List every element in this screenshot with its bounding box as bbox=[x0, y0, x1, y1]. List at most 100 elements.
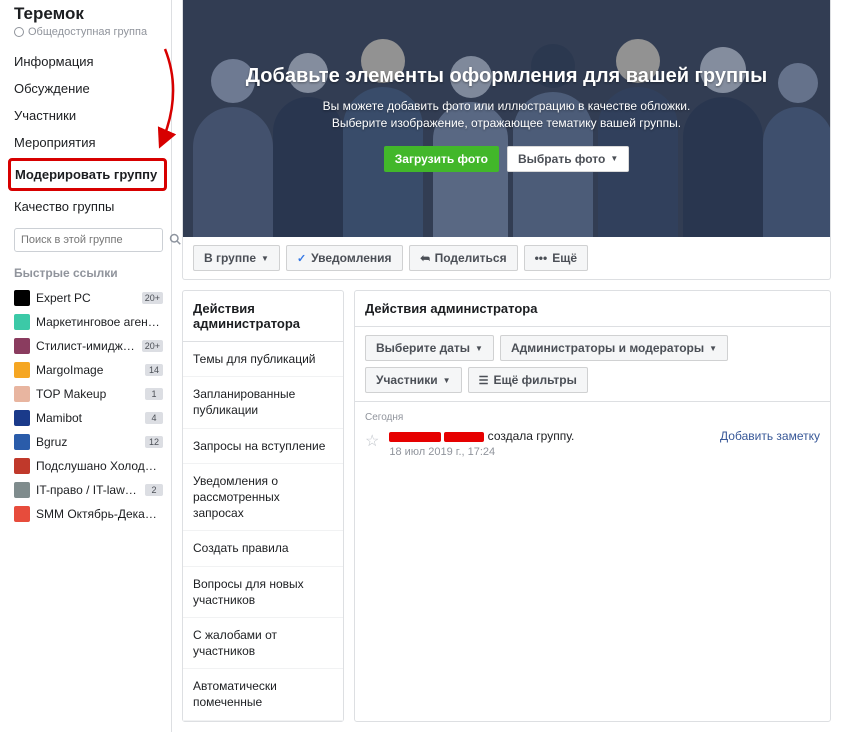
quick-link-label: MargoImage bbox=[36, 363, 139, 377]
admin-menu-item[interactable]: Запланированные публикации bbox=[183, 377, 343, 428]
annotation-highlight: Модерировать группу bbox=[8, 158, 167, 191]
notifications-button[interactable]: ✓ Уведомления bbox=[286, 245, 403, 271]
search-in-group[interactable] bbox=[14, 228, 163, 252]
activity-entry: ☆ создала группу. 18 июл 2019 г., 17:24 … bbox=[365, 429, 820, 458]
quick-link-badge: 12 bbox=[145, 436, 163, 448]
quick-link-icon bbox=[14, 290, 30, 306]
dots-icon: ••• bbox=[535, 251, 548, 265]
quick-link-item[interactable]: Маркетинговое агентс... bbox=[14, 310, 163, 334]
filter-members-button[interactable]: Участники ▼ bbox=[365, 367, 462, 393]
quick-link-label: Bgruz bbox=[36, 435, 139, 449]
quick-link-label: Mamibot bbox=[36, 411, 139, 425]
quick-link-item[interactable]: Expert PC 20+ bbox=[14, 286, 163, 310]
quick-link-icon bbox=[14, 410, 30, 426]
redacted-name bbox=[444, 432, 484, 442]
activity-timestamp: 18 июл 2019 г., 17:24 bbox=[389, 446, 710, 458]
quick-link-item[interactable]: Mamibot 4 bbox=[14, 406, 163, 430]
share-icon: ➦ bbox=[420, 251, 430, 265]
quick-link-label: SMM Октябрь-Декабрь bbox=[36, 507, 163, 521]
search-input[interactable] bbox=[15, 234, 169, 246]
quick-link-icon bbox=[14, 482, 30, 498]
quick-link-label: Подслушано Холодна... bbox=[36, 459, 163, 473]
sidebar-nav: ИнформацияОбсуждениеУчастникиМероприятия… bbox=[14, 48, 163, 220]
quick-link-label: TOP Makeup bbox=[36, 387, 139, 401]
quick-link-badge: 4 bbox=[145, 412, 163, 424]
activity-feed: Сегодня ☆ создала группу. 18 июл 2019 г.… bbox=[355, 402, 830, 468]
chevron-down-icon: ▼ bbox=[610, 154, 618, 163]
share-button[interactable]: ➦ Поделиться bbox=[409, 245, 518, 271]
quick-link-badge: 14 bbox=[145, 364, 163, 376]
choose-photo-button[interactable]: Выбрать фото ▼ bbox=[507, 146, 629, 172]
quick-link-item[interactable]: MargoImage 14 bbox=[14, 358, 163, 382]
quick-link-badge: 1 bbox=[145, 388, 163, 400]
upload-photo-button[interactable]: Загрузить фото bbox=[384, 146, 499, 172]
admin-actions-title: Действия администратора bbox=[183, 291, 343, 342]
cover-desc-1: Вы можете добавить фото или иллюстрацию … bbox=[323, 98, 691, 115]
sidebar-nav-item[interactable]: Мероприятия bbox=[14, 129, 163, 156]
cover-area: Добавьте элементы оформления для вашей г… bbox=[182, 0, 831, 237]
quick-link-label: Маркетинговое агентс... bbox=[36, 315, 163, 329]
quick-link-icon bbox=[14, 458, 30, 474]
filter-admins-button[interactable]: Администраторы и модераторы ▼ bbox=[500, 335, 728, 361]
admin-menu-item[interactable]: Автоматически помеченные bbox=[183, 669, 343, 720]
quick-link-item[interactable]: TOP Makeup 1 bbox=[14, 382, 163, 406]
quick-link-icon bbox=[14, 506, 30, 522]
quick-link-badge: 20+ bbox=[142, 292, 163, 304]
admin-menu-item[interactable]: Темы для публикаций bbox=[183, 342, 343, 377]
quick-link-badge: 2 bbox=[145, 484, 163, 496]
quick-link-badge: 20+ bbox=[142, 340, 163, 352]
quick-link-item[interactable]: SMM Октябрь-Декабрь bbox=[14, 502, 163, 526]
quick-link-icon bbox=[14, 434, 30, 450]
in-group-button[interactable]: В группе ▼ bbox=[193, 245, 280, 271]
admin-menu-item[interactable]: Запросы на вступление bbox=[183, 429, 343, 464]
action-bar: В группе ▼ ✓ Уведомления ➦ Поделиться ••… bbox=[182, 237, 831, 280]
star-icon[interactable]: ☆ bbox=[365, 431, 379, 451]
quick-link-icon bbox=[14, 362, 30, 378]
quick-links-title: Быстрые ссылки bbox=[14, 266, 163, 280]
quick-link-item[interactable]: Стилист-имиджме... 20+ bbox=[14, 334, 163, 358]
sidebar-nav-item[interactable]: Обсуждение bbox=[14, 75, 163, 102]
sidebar-nav-item[interactable]: Модерировать группу bbox=[15, 167, 160, 182]
admin-actions-panel: Действия администратора Темы для публика… bbox=[182, 290, 344, 722]
quick-link-item[interactable]: Подслушано Холодна... bbox=[14, 454, 163, 478]
filter-dates-button[interactable]: Выберите даты ▼ bbox=[365, 335, 494, 361]
group-visibility: Общедоступная группа bbox=[14, 26, 163, 38]
chevron-down-icon: ▼ bbox=[261, 254, 269, 263]
filter-more-button[interactable]: ☰ Ещё фильтры bbox=[468, 367, 588, 393]
admin-menu-item[interactable]: Вопросы для новых участников bbox=[183, 567, 343, 618]
admin-actions-content: Действия администратора Выберите даты ▼ … bbox=[354, 290, 831, 722]
cover-desc-2: Выберите изображение, отражающее тематик… bbox=[332, 115, 681, 132]
quick-link-label: IT-право / IT-law и д... bbox=[36, 483, 139, 497]
main-content: Добавьте элементы оформления для вашей г… bbox=[172, 0, 841, 732]
group-visibility-label: Общедоступная группа bbox=[28, 26, 147, 38]
sliders-icon: ☰ bbox=[479, 374, 489, 387]
group-name[interactable]: Теремок bbox=[14, 4, 163, 24]
quick-link-icon bbox=[14, 386, 30, 402]
chevron-down-icon: ▼ bbox=[709, 344, 717, 353]
redacted-name bbox=[389, 432, 441, 442]
day-label: Сегодня bbox=[365, 412, 820, 423]
sidebar-nav-item[interactable]: Участники bbox=[14, 102, 163, 129]
quick-link-item[interactable]: IT-право / IT-law и д... 2 bbox=[14, 478, 163, 502]
more-button[interactable]: ••• Ещё bbox=[524, 245, 588, 271]
quick-link-label: Стилист-имиджме... bbox=[36, 339, 136, 353]
admin-menu-item[interactable]: Уведомления о рассмотренных запросах bbox=[183, 464, 343, 532]
sidebar-nav-item[interactable]: Качество группы bbox=[14, 193, 163, 220]
filter-bar: Выберите даты ▼ Администраторы и модерат… bbox=[355, 327, 830, 402]
quick-link-label: Expert PC bbox=[36, 291, 136, 305]
sidebar-nav-item[interactable]: Информация bbox=[14, 48, 163, 75]
cover-title: Добавьте элементы оформления для вашей г… bbox=[246, 65, 767, 88]
activity-text: создала группу. bbox=[389, 429, 710, 443]
globe-icon bbox=[14, 27, 24, 37]
chevron-down-icon: ▼ bbox=[443, 376, 451, 385]
quick-link-icon bbox=[14, 338, 30, 354]
add-note-link[interactable]: Добавить заметку bbox=[720, 429, 820, 443]
admin-menu-item[interactable]: Создать правила bbox=[183, 531, 343, 566]
checkmark-icon: ✓ bbox=[297, 252, 306, 265]
admin-actions-content-title: Действия администратора bbox=[355, 291, 830, 327]
sidebar: Теремок Общедоступная группа ИнформацияО… bbox=[0, 0, 172, 732]
quick-link-item[interactable]: Bgruz 12 bbox=[14, 430, 163, 454]
quick-link-icon bbox=[14, 314, 30, 330]
chevron-down-icon: ▼ bbox=[475, 344, 483, 353]
search-icon[interactable] bbox=[169, 233, 181, 248]
